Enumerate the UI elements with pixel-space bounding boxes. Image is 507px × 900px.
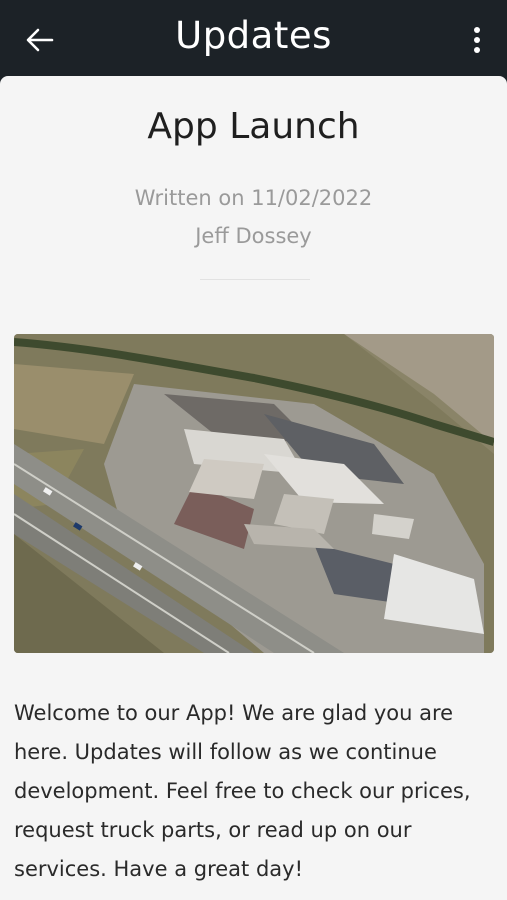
post-body: Welcome to our App! We are glad you are … [14,701,471,881]
more-options-button[interactable] [465,22,489,58]
more-vertical-icon [474,27,480,53]
post-date: Written on 11/02/2022 [134,186,373,210]
aerial-photo [14,334,494,653]
page-title: Updates [175,14,332,57]
post-author: Jeff Dossey [195,224,312,248]
app-bar: Updates [0,0,507,78]
post-card: App Launch Written on 11/02/2022 Jeff Do… [0,76,507,900]
divider [200,279,310,280]
post-title: App Launch [147,106,360,147]
